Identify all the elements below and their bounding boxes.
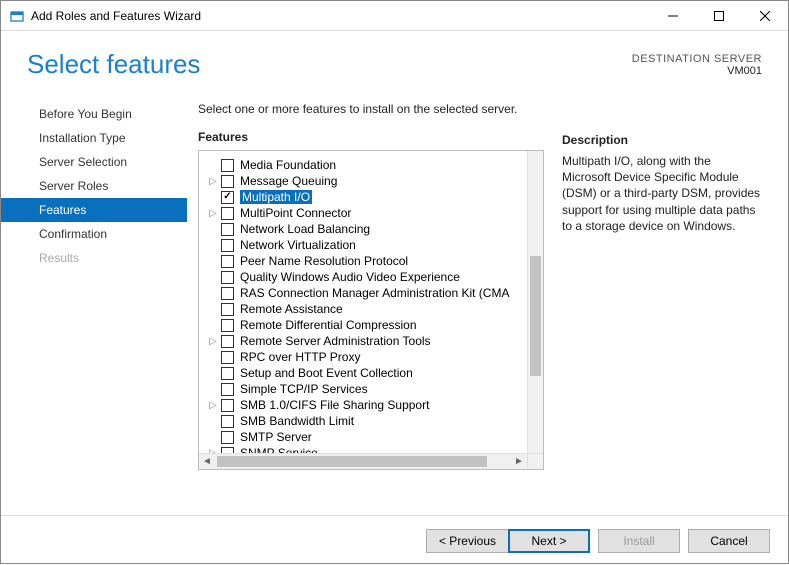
expander-icon[interactable]: ▷: [207, 336, 219, 347]
feature-row[interactable]: SMTP Server: [199, 429, 527, 445]
feature-label: RPC over HTTP Proxy: [240, 350, 360, 364]
feature-checkbox[interactable]: [221, 287, 234, 300]
nav-item-features[interactable]: Features: [1, 198, 187, 222]
feature-checkbox[interactable]: [221, 399, 234, 412]
feature-row[interactable]: Setup and Boot Event Collection: [199, 365, 527, 381]
feature-checkbox[interactable]: [221, 191, 234, 204]
feature-row[interactable]: ▷SNMP Service: [199, 445, 527, 453]
feature-label: SMB Bandwidth Limit: [240, 414, 354, 428]
feature-row[interactable]: ▷ Message Queuing: [199, 173, 527, 189]
window-title: Add Roles and Features Wizard: [31, 9, 650, 23]
install-button[interactable]: Install: [598, 529, 680, 553]
feature-row[interactable]: Simple TCP/IP Services: [199, 381, 527, 397]
feature-row[interactable]: ▷ MultiPoint Connector: [199, 205, 527, 221]
feature-row[interactable]: ▷ Remote Server Administration Tools: [199, 333, 527, 349]
feature-row[interactable]: Quality Windows Audio Video Experience: [199, 269, 527, 285]
feature-checkbox[interactable]: [221, 303, 234, 316]
destination-block: DESTINATION SERVER VM001: [632, 49, 762, 77]
scroll-left-icon[interactable]: ◄: [199, 454, 215, 469]
feature-checkbox[interactable]: [221, 175, 234, 188]
feature-label: Remote Differential Compression: [240, 318, 417, 332]
feature-label: Setup and Boot Event Collection: [240, 366, 413, 380]
feature-label: SMTP Server: [240, 430, 312, 444]
feature-checkbox[interactable]: [221, 367, 234, 380]
close-button[interactable]: [742, 1, 788, 31]
feature-label: SMB 1.0/CIFS File Sharing Support: [240, 398, 429, 412]
expander-icon[interactable]: ▷: [207, 400, 219, 411]
feature-label: Network Load Balancing: [240, 222, 370, 236]
feature-row[interactable]: Peer Name Resolution Protocol: [199, 253, 527, 269]
scroll-thumb[interactable]: [530, 256, 541, 376]
feature-label: Media Foundation: [240, 158, 336, 172]
feature-label: Quality Windows Audio Video Experience: [240, 270, 460, 284]
description-text: Multipath I/O, along with the Microsoft …: [562, 153, 762, 234]
feature-checkbox[interactable]: [221, 207, 234, 220]
scroll-thumb[interactable]: [217, 456, 487, 467]
wizard-nav: Before You BeginInstallation TypeServer …: [1, 102, 186, 470]
feature-row[interactable]: SMB Bandwidth Limit: [199, 413, 527, 429]
destination-label: DESTINATION SERVER: [632, 53, 762, 65]
feature-label: RAS Connection Manager Administration Ki…: [240, 286, 509, 300]
vertical-scrollbar[interactable]: [527, 151, 543, 453]
feature-row[interactable]: Network Load Balancing: [199, 221, 527, 237]
feature-label: Network Virtualization: [240, 238, 356, 252]
app-icon: [9, 8, 25, 24]
horizontal-scrollbar[interactable]: ◄ ►: [199, 453, 527, 469]
feature-checkbox[interactable]: [221, 335, 234, 348]
intro-text: Select one or more features to install o…: [198, 102, 544, 130]
scroll-corner: [527, 453, 543, 469]
description-heading: Description: [562, 133, 762, 147]
feature-label: Simple TCP/IP Services: [240, 382, 368, 396]
feature-row[interactable]: RAS Connection Manager Administration Ki…: [199, 285, 527, 301]
nav-item-installation-type[interactable]: Installation Type: [1, 126, 186, 150]
feature-checkbox[interactable]: [221, 159, 234, 172]
feature-row[interactable]: Network Virtualization: [199, 237, 527, 253]
cancel-button[interactable]: Cancel: [688, 529, 770, 553]
feature-row[interactable]: ▷ SMB 1.0/CIFS File Sharing Support: [199, 397, 527, 413]
feature-checkbox[interactable]: [221, 255, 234, 268]
feature-label: Remote Assistance: [240, 302, 343, 316]
feature-checkbox[interactable]: [221, 383, 234, 396]
features-listbox[interactable]: Media Foundation ▷ Message Queuing Multipat…: [198, 150, 544, 470]
nav-item-server-roles[interactable]: Server Roles: [1, 174, 186, 198]
nav-item-confirmation[interactable]: Confirmation: [1, 222, 186, 246]
feature-label: MultiPoint Connector: [240, 206, 351, 220]
feature-row[interactable]: Remote Assistance: [199, 301, 527, 317]
feature-row[interactable]: RPC over HTTP Proxy: [199, 349, 527, 365]
feature-row[interactable]: Multipath I/O: [199, 189, 527, 205]
destination-name: VM001: [632, 65, 762, 77]
expander-icon[interactable]: ▷: [207, 176, 219, 187]
nav-item-results: Results: [1, 246, 186, 270]
feature-checkbox[interactable]: [221, 351, 234, 364]
feature-label: Remote Server Administration Tools: [240, 334, 431, 348]
page-title: Select features: [27, 49, 200, 80]
feature-checkbox[interactable]: [221, 431, 234, 444]
feature-checkbox[interactable]: [221, 319, 234, 332]
expander-icon[interactable]: ▷: [207, 208, 219, 219]
feature-label: SNMP Service: [240, 446, 318, 453]
wizard-button-row: < Previous Next > Install Cancel: [1, 515, 788, 565]
feature-label: Message Queuing: [240, 174, 337, 188]
feature-checkbox[interactable]: [221, 271, 234, 284]
previous-button[interactable]: < Previous: [426, 529, 508, 553]
title-bar: Add Roles and Features Wizard: [1, 1, 788, 31]
features-heading: Features: [198, 130, 544, 144]
maximize-button[interactable]: [696, 1, 742, 31]
nav-item-server-selection[interactable]: Server Selection: [1, 150, 186, 174]
minimize-button[interactable]: [650, 1, 696, 31]
next-button[interactable]: Next >: [508, 529, 590, 553]
scroll-right-icon[interactable]: ►: [511, 454, 527, 469]
feature-row[interactable]: Media Foundation: [199, 157, 527, 173]
feature-label: Multipath I/O: [240, 190, 312, 204]
feature-checkbox[interactable]: [221, 415, 234, 428]
feature-row[interactable]: Remote Differential Compression: [199, 317, 527, 333]
nav-item-before-you-begin[interactable]: Before You Begin: [1, 102, 186, 126]
feature-checkbox[interactable]: [221, 223, 234, 236]
feature-checkbox[interactable]: [221, 239, 234, 252]
feature-label: Peer Name Resolution Protocol: [240, 254, 408, 268]
